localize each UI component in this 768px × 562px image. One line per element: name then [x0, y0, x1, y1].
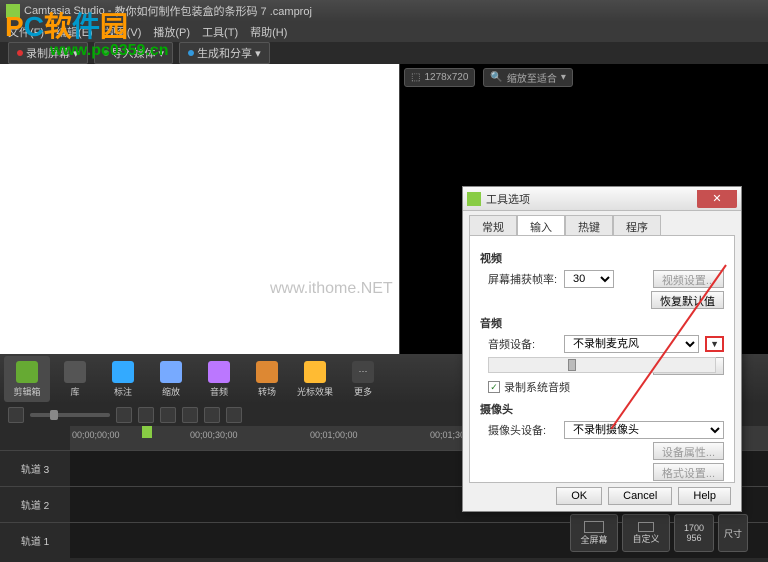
tl-undo-icon[interactable] — [116, 407, 132, 423]
menu-tools[interactable]: 工具(T) — [202, 24, 238, 40]
track-label[interactable]: 轨道 2 — [0, 487, 70, 522]
fullscreen-button[interactable]: 全屏幕 — [570, 514, 618, 552]
device-props-button[interactable]: 设备属性... — [653, 442, 724, 460]
tab-strip: 常规 输入 热键 程序 — [463, 211, 741, 235]
tab-program[interactable]: 程序 — [613, 215, 661, 235]
camera-device-select[interactable]: 不录制摄像头 — [564, 421, 724, 439]
tool-clipbin[interactable]: 剪辑箱 — [4, 356, 50, 402]
tl-paste-icon[interactable] — [204, 407, 220, 423]
watermark-logo: PC软件园 — [5, 5, 128, 45]
tool-library[interactable]: 库 — [52, 356, 98, 402]
zoom-slider[interactable] — [30, 413, 110, 417]
preview-zoom[interactable]: 🔍 缩放至适合 ▾ — [483, 68, 572, 87]
menu-help[interactable]: 帮助(H) — [250, 24, 287, 40]
track-label[interactable]: 轨道 3 — [0, 451, 70, 486]
dialog-icon — [467, 192, 481, 206]
camera-section: 摄像头 — [480, 401, 724, 417]
tab-input[interactable]: 输入 — [517, 215, 565, 235]
framerate-label: 屏幕捕获帧率: — [488, 271, 558, 287]
preview-dimensions[interactable]: ⬚ 1278x720 — [404, 68, 475, 87]
camera-device-label: 摄像头设备: — [488, 422, 558, 438]
framerate-select[interactable]: 30 — [564, 270, 614, 288]
canvas-size-controls: 全屏幕 自定义 1700956 尺寸 — [570, 514, 748, 552]
menu-play[interactable]: 播放(P) — [153, 24, 190, 40]
tool-cursor[interactable]: 光标效果 — [292, 356, 338, 402]
tool-audio[interactable]: 音频 — [196, 356, 242, 402]
record-system-audio-checkbox[interactable] — [488, 381, 500, 393]
restore-defaults-button[interactable]: 恢复默认值 — [651, 291, 724, 309]
tool-zoom[interactable]: 缩放 — [148, 356, 194, 402]
ok-button[interactable]: OK — [556, 487, 602, 505]
project-name: 教你如何制作包装盒的条形码 7 .camproj — [115, 3, 312, 19]
highlight-annotation: ▼ — [705, 336, 724, 352]
tool-more[interactable]: ⋯更多 — [340, 356, 386, 402]
tl-cut-icon[interactable] — [160, 407, 176, 423]
tab-hotkeys[interactable]: 热键 — [565, 215, 613, 235]
tab-panel: 视频 屏幕捕获帧率: 30 视频设置... 恢复默认值 音频 音频设备: 不录制… — [469, 235, 735, 483]
video-section: 视频 — [480, 250, 724, 266]
audio-device-select[interactable]: 不录制麦克风 — [564, 335, 699, 353]
volume-slider[interactable] — [488, 357, 716, 373]
help-button[interactable]: Help — [678, 487, 731, 505]
size-label: 尺寸 — [718, 514, 748, 552]
clip-bin-panel[interactable] — [0, 64, 400, 354]
tool-transitions[interactable]: 转场 — [244, 356, 290, 402]
dialog-title: 工具选项 — [486, 191, 697, 207]
track-label[interactable]: 轨道 1 — [0, 523, 70, 558]
dimensions-display: 1700956 — [674, 514, 714, 552]
tl-copy-icon[interactable] — [182, 407, 198, 423]
format-settings-button[interactable]: 格式设置... — [653, 463, 724, 481]
tl-redo-icon[interactable] — [138, 407, 154, 423]
produce-button[interactable]: 生成和分享▾ — [179, 42, 270, 64]
tl-add-track-icon[interactable] — [8, 407, 24, 423]
tool-options-dialog: 工具选项 ✕ 常规 输入 热键 程序 视频 屏幕捕获帧率: 30 视频设置...… — [462, 186, 742, 512]
close-button[interactable]: ✕ — [697, 190, 737, 208]
dialog-titlebar[interactable]: 工具选项 ✕ — [463, 187, 741, 211]
cancel-button[interactable]: Cancel — [608, 487, 672, 505]
audio-device-label: 音频设备: — [488, 336, 558, 352]
tab-general[interactable]: 常规 — [469, 215, 517, 235]
tl-split-icon[interactable] — [226, 407, 242, 423]
watermark-url: www.pc0359.cn — [50, 42, 169, 60]
playhead-icon[interactable] — [142, 426, 152, 438]
tool-callouts[interactable]: 标注 — [100, 356, 146, 402]
watermark-center: www.ithome.NET — [270, 280, 393, 298]
custom-size-button[interactable]: 自定义 — [622, 514, 670, 552]
record-system-audio-label: 录制系统音频 — [504, 379, 570, 395]
